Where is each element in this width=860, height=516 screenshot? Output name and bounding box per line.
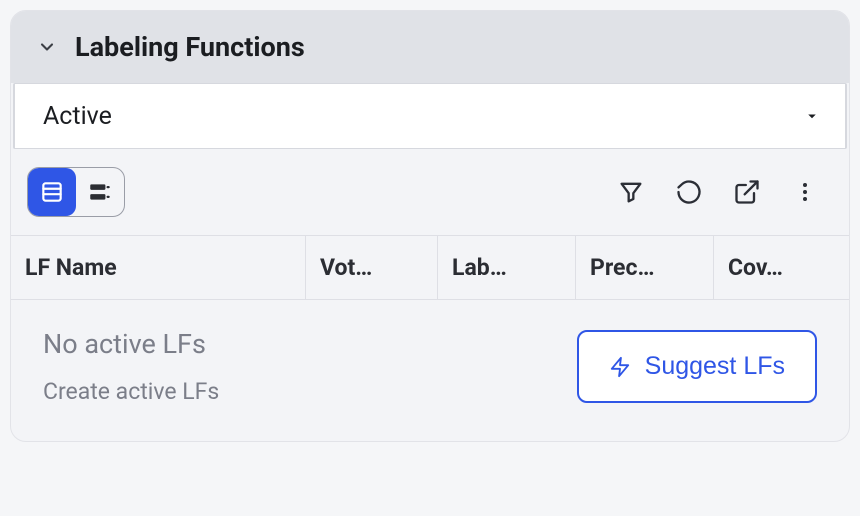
filter-icon — [617, 178, 645, 206]
col-precision[interactable]: Prec… — [575, 236, 713, 299]
col-lf-name[interactable]: LF Name — [11, 236, 305, 299]
suggest-lfs-label: Suggest LFs — [645, 352, 785, 381]
card-view-toggle[interactable] — [76, 168, 124, 216]
more-menu-button[interactable] — [781, 168, 829, 216]
panel-header[interactable]: Labeling Functions — [11, 11, 849, 83]
view-mode-toggle — [27, 167, 125, 217]
status-filter-dropdown[interactable]: Active — [13, 83, 847, 149]
dropdown-selected-label: Active — [43, 102, 112, 131]
list-view-toggle[interactable] — [28, 168, 76, 216]
labeling-functions-panel: Labeling Functions Active — [10, 10, 850, 442]
refresh-icon — [675, 178, 703, 206]
col-coverage[interactable]: Cov… — [713, 236, 849, 299]
suggest-lfs-button[interactable]: Suggest LFs — [577, 330, 817, 403]
external-link-icon — [733, 178, 761, 206]
caret-down-icon — [803, 107, 821, 125]
refresh-button[interactable] — [665, 168, 713, 216]
kebab-icon — [793, 180, 817, 204]
lightning-icon — [609, 354, 631, 380]
chevron-down-icon — [37, 37, 57, 57]
col-voters[interactable]: Vot… — [305, 236, 437, 299]
open-external-button[interactable] — [723, 168, 771, 216]
table-header-row: LF Name Vot… Lab… Prec… Cov… — [11, 235, 849, 300]
empty-state: No active LFs Create active LFs Suggest … — [11, 300, 849, 441]
toolbar — [11, 149, 849, 235]
panel-title: Labeling Functions — [75, 31, 305, 63]
col-labels[interactable]: Lab… — [437, 236, 575, 299]
filter-button[interactable] — [607, 168, 655, 216]
empty-state-subtitle: Create active LFs — [43, 378, 219, 405]
empty-state-title: No active LFs — [43, 328, 219, 360]
